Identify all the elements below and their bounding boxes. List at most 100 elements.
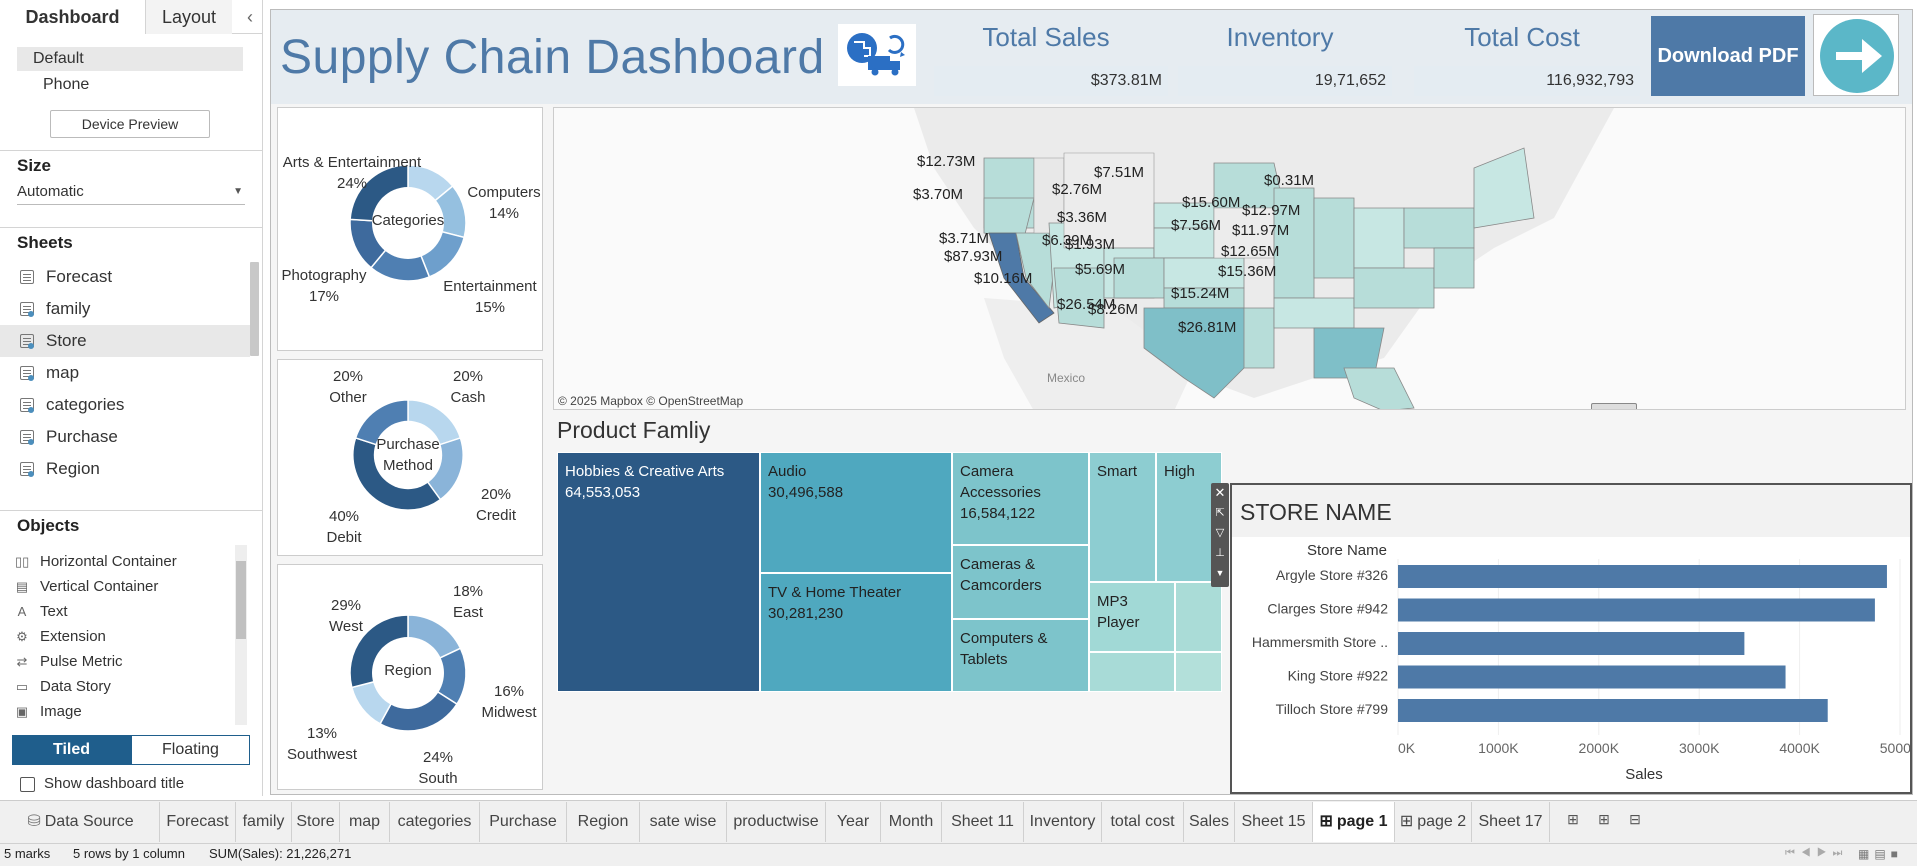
categories-center-label: Categories bbox=[371, 212, 445, 229]
treemap-tile[interactable] bbox=[1175, 582, 1222, 652]
treemap-tile[interactable]: Cameras & Camcorders bbox=[952, 545, 1089, 619]
sheet-tab-label: family bbox=[242, 813, 285, 830]
store-name-label: Argyle Store #326 bbox=[1276, 567, 1388, 583]
treemap-tile[interactable]: Smart bbox=[1089, 452, 1156, 582]
sheet-tab[interactable]: Sales bbox=[1184, 802, 1235, 842]
kpi-value: 19,71,652 bbox=[1178, 66, 1392, 96]
sheet-item[interactable]: Store bbox=[0, 325, 250, 357]
sheet-tab-label: categories bbox=[397, 813, 472, 830]
tab-dashboard[interactable]: Dashboard bbox=[0, 0, 146, 34]
store-bar[interactable] bbox=[1398, 632, 1745, 655]
external-link-icon[interactable]: ⇱ bbox=[1211, 503, 1229, 523]
sheet-tab[interactable]: ⊞ page 1 bbox=[1313, 802, 1395, 842]
sheet-item[interactable]: Forecast bbox=[0, 261, 250, 293]
show-title-checkbox[interactable] bbox=[20, 777, 35, 792]
sheet-tab[interactable]: Sheet 15 bbox=[1235, 802, 1313, 842]
size-dropdown[interactable]: Automatic ▼ bbox=[17, 181, 245, 205]
device-phone[interactable]: Phone bbox=[17, 73, 243, 97]
more-options-icon[interactable]: ▼ bbox=[1211, 563, 1229, 583]
sheet-toolbar: ✕ ⇱ ▽ ⊥ ▼ bbox=[1211, 483, 1229, 587]
store-bar[interactable] bbox=[1398, 565, 1887, 588]
sheet-tab[interactable]: Sheet 11 bbox=[942, 802, 1024, 842]
object-item[interactable]: ▤ Vertical Container bbox=[0, 574, 230, 599]
treemap-tile[interactable]: Hobbies & Creative Arts 64,553,053 bbox=[557, 452, 760, 692]
new-dashboard-icon[interactable]: ⊞ bbox=[1594, 811, 1614, 831]
tiled-button[interactable]: Tiled bbox=[12, 735, 131, 765]
treemap-tile[interactable] bbox=[1175, 652, 1222, 692]
sheet-item[interactable]: family bbox=[0, 293, 250, 325]
sheet-item[interactable]: Purchase bbox=[0, 421, 250, 453]
object-item[interactable]: ⚙ Extension bbox=[0, 624, 230, 649]
object-item[interactable]: ⇄ Pulse Metric bbox=[0, 649, 230, 674]
purchase-donut-panel[interactable]: Purchase Method 20% Other 20% Cash 20% Cred… bbox=[277, 359, 543, 556]
treemap-tile[interactable]: Computers & Tablets bbox=[952, 619, 1089, 692]
download-pdf-button[interactable]: Download PDF bbox=[1651, 16, 1805, 96]
sheet-tab[interactable]: Purchase bbox=[480, 802, 567, 842]
new-worksheet-icon[interactable]: ⊞ bbox=[1563, 811, 1583, 831]
sales-map[interactable]: $12.73M $3.70M $3.71M $87.93M $10.16M $7.51M $… bbox=[553, 107, 1906, 410]
pager-icon[interactable]: ⏮◀▶⏭ bbox=[1785, 847, 1848, 860]
pin-icon[interactable]: ⊥ bbox=[1211, 543, 1229, 563]
region-label: 16% Midwest bbox=[481, 683, 537, 721]
sheet-item[interactable]: map bbox=[0, 357, 250, 389]
new-story-icon[interactable]: ⊟ bbox=[1625, 811, 1645, 831]
region-donut-panel[interactable]: Region 18% East 29% West 16% Midwest 13% Sou… bbox=[277, 564, 543, 790]
sheet-item[interactable]: Region bbox=[0, 453, 250, 485]
store-sales-panel[interactable]: STORE NAME Store Name Argyle Store #326 C… bbox=[1230, 483, 1912, 794]
objects-scrollbar[interactable] bbox=[235, 545, 247, 725]
tab-layout[interactable]: Layout bbox=[146, 0, 232, 34]
store-bar-chart[interactable]: Argyle Store #326 Clarges Store #942 Hamme… bbox=[1232, 555, 1910, 795]
sheet-tab[interactable]: total cost bbox=[1102, 802, 1184, 842]
sheet-tab[interactable]: Store bbox=[292, 802, 340, 842]
store-bar[interactable] bbox=[1398, 598, 1875, 622]
map-state-label: $7.56M bbox=[1171, 217, 1222, 234]
sheet-tab[interactable]: family bbox=[236, 802, 292, 842]
sheet-tab[interactable]: Month bbox=[881, 802, 942, 842]
map-state-label: $10.16M bbox=[974, 270, 1033, 287]
device-default[interactable]: Default bbox=[17, 47, 243, 71]
device-preview-button[interactable]: Device Preview bbox=[50, 110, 210, 138]
sheet-tab[interactable]: Year bbox=[826, 802, 881, 842]
sheet-tab[interactable]: ⊞ page 2 bbox=[1395, 802, 1472, 842]
treemap-tile[interactable]: Camera Accessories 16,584,122 bbox=[952, 452, 1089, 545]
treemap-tile[interactable] bbox=[1089, 652, 1175, 692]
floating-button[interactable]: Floating bbox=[131, 735, 250, 765]
object-item[interactable]: ▯▯ Horizontal Container bbox=[0, 549, 230, 574]
product-family-treemap[interactable]: Hobbies & Creative Arts 64,553,053 Audio 3… bbox=[557, 452, 1222, 692]
sheet-tab-label: Region bbox=[577, 813, 629, 830]
sheet-tab[interactable]: sate wise bbox=[640, 802, 727, 842]
treemap-tile[interactable]: TV & Home Theater 30,281,230 bbox=[760, 573, 952, 692]
sheet-label: Purchase bbox=[46, 427, 118, 446]
sheets-scrollbar[interactable] bbox=[250, 262, 259, 356]
treemap-tile[interactable]: Audio 30,496,588 bbox=[760, 452, 952, 573]
sheet-tab-label: Sales bbox=[1188, 813, 1230, 830]
sheet-tab[interactable]: map bbox=[340, 802, 390, 842]
sheet-tab[interactable]: categories bbox=[390, 802, 480, 842]
object-item[interactable]: A Text bbox=[0, 599, 230, 624]
sheet-tab[interactable]: Region bbox=[567, 802, 640, 842]
object-item[interactable]: ▣ Image bbox=[0, 699, 230, 724]
arrow-right-icon[interactable] bbox=[1813, 14, 1899, 96]
filter-icon[interactable]: ▽ bbox=[1211, 523, 1229, 543]
treemap-tile[interactable]: MP3 Player bbox=[1089, 582, 1175, 652]
close-icon[interactable]: ✕ bbox=[1211, 483, 1229, 503]
sheet-tab[interactable]: Forecast bbox=[160, 802, 236, 842]
sheet-tab[interactable]: ⛁ Data Source bbox=[2, 802, 160, 842]
sheet-item[interactable]: categories bbox=[0, 389, 250, 421]
status-rows: 5 rows by 1 column bbox=[73, 846, 185, 861]
sheet-tab[interactable]: Inventory bbox=[1024, 802, 1102, 842]
store-bar[interactable] bbox=[1398, 665, 1786, 689]
sheet-tab-label: map bbox=[348, 813, 381, 830]
sheet-tab[interactable]: Sheet 17 bbox=[1472, 802, 1550, 842]
objects-scroll-thumb[interactable] bbox=[236, 561, 246, 639]
resize-handle[interactable] bbox=[1591, 403, 1637, 409]
sheet-tab-label: Data Source bbox=[44, 813, 134, 830]
view-mode-icon[interactable]: ▦▤■ bbox=[1858, 847, 1903, 861]
extension-icon: ⚙ bbox=[16, 629, 28, 644]
sheet-tab-label: total cost bbox=[1110, 813, 1175, 830]
sheet-tab[interactable]: productwise bbox=[727, 802, 826, 842]
chevron-left-icon[interactable]: ‹ bbox=[240, 0, 260, 34]
categories-donut-panel[interactable]: Categories Arts & Entertainment 24% Compu… bbox=[277, 107, 543, 351]
store-bar[interactable] bbox=[1398, 699, 1828, 722]
object-item[interactable]: ▭ Data Story bbox=[0, 674, 230, 699]
